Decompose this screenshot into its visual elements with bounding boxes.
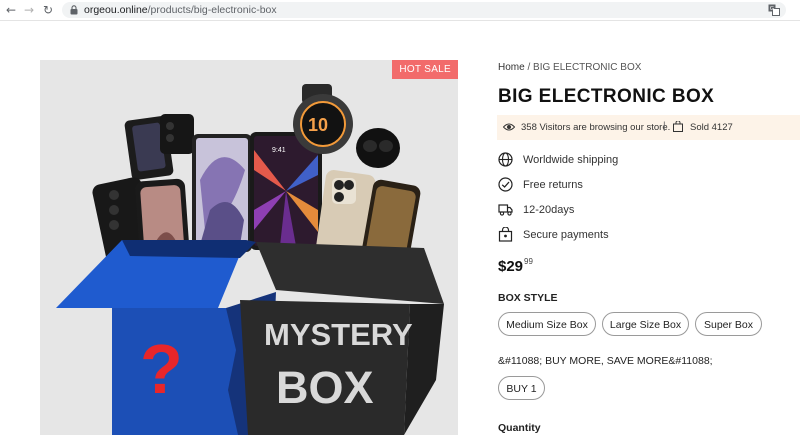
check-circle-icon — [498, 177, 513, 192]
translate-icon[interactable]: G — [768, 4, 780, 16]
shopping-bag-icon — [673, 121, 683, 132]
promo-option-buy-1[interactable]: BUY 1 — [498, 376, 545, 400]
box-style-option-super[interactable]: Super Box — [695, 312, 762, 336]
url-text[interactable]: orgeou.online/products/big-electronic-bo… — [84, 4, 277, 16]
box-style-label: BOX STYLE — [498, 292, 558, 304]
lock-bag-icon — [498, 227, 513, 242]
url-path: /products/big-electronic-box — [147, 4, 277, 16]
tablet-time: 9:41 — [272, 147, 286, 154]
svg-text:G: G — [770, 6, 774, 12]
quantity-label: Quantity — [498, 422, 541, 434]
browser-toolbar: ← → ↻ orgeou.online/products/big-electro… — [0, 0, 800, 21]
promo-label: &#11088; BUY MORE, SAVE MORE&#11088; — [498, 355, 713, 367]
breadcrumb-separator: / — [524, 62, 534, 73]
lock-icon — [70, 5, 78, 15]
watch-display: 10 — [308, 115, 328, 135]
visitors-bar: 358 Visitors are browsing our store. | S… — [497, 115, 800, 140]
visitors-separator: | — [663, 121, 666, 132]
hot-sale-badge: HOT SALE — [392, 60, 458, 79]
feature-label: Worldwide shipping — [523, 154, 619, 166]
visitors-count-text: 358 Visitors are browsing our store. — [521, 122, 671, 133]
feature-label: 12-20days — [523, 204, 575, 216]
box-style-option-medium[interactable]: Medium Size Box — [498, 312, 596, 336]
eye-icon — [503, 123, 515, 131]
mystery-box-illustration: 9:41 10 ? MYSTERY BOX — [56, 84, 444, 435]
product-image[interactable]: 9:41 10 ? MYSTERY BOX HOT SALE — [40, 60, 458, 435]
delivery-truck-icon — [498, 204, 513, 216]
forward-arrow-icon[interactable]: → — [22, 3, 36, 17]
box-text-box: BOX — [276, 362, 374, 413]
galaxy-tablet-image — [192, 134, 252, 252]
feature-secure-payments: Secure payments — [498, 227, 778, 243]
feature-worldwide-shipping: Worldwide shipping — [498, 152, 778, 168]
feature-label: Free returns — [523, 179, 583, 191]
back-arrow-icon[interactable]: ← — [4, 3, 18, 17]
reload-icon[interactable]: ↻ — [41, 3, 55, 17]
question-mark: ? — [140, 330, 183, 408]
earbuds-case-image — [356, 128, 400, 168]
price-cents: 99 — [524, 257, 533, 266]
url-host: orgeou.online — [84, 4, 148, 16]
address-bar[interactable]: orgeou.online/products/big-electronic-bo… — [62, 2, 786, 18]
smartwatch-image: 10 — [293, 84, 353, 154]
product-price: $2999 — [498, 257, 533, 275]
feature-free-returns: Free returns — [498, 177, 778, 193]
box-style-option-large[interactable]: Large Size Box — [602, 312, 689, 336]
globe-icon — [498, 152, 513, 167]
price-main: $29 — [498, 258, 524, 275]
feature-label: Secure payments — [523, 229, 609, 241]
breadcrumb: Home / BIG ELECTRONIC BOX — [498, 62, 641, 73]
box-text-mystery: MYSTERY — [264, 317, 413, 352]
product-title: BIG ELECTRONIC BOX — [498, 86, 715, 107]
feature-delivery-time: 12-20days — [498, 202, 778, 218]
breadcrumb-home-link[interactable]: Home — [498, 62, 525, 73]
breadcrumb-current: BIG ELECTRONIC BOX — [533, 62, 642, 73]
sold-count-text: Sold 4127 — [690, 122, 733, 133]
foldable-phone-image — [124, 114, 194, 180]
